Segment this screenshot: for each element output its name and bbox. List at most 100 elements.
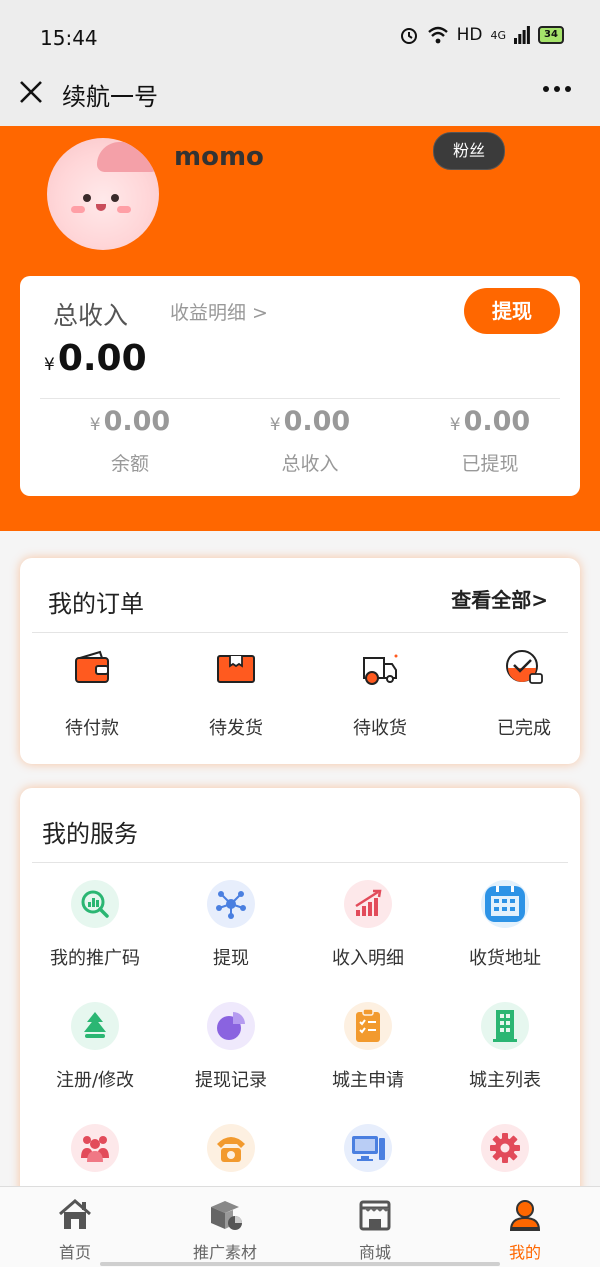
currency-symbol: ¥	[44, 355, 55, 375]
service-city-owner-apply[interactable]: 城主申请	[298, 1002, 438, 1092]
avatar[interactable]	[47, 138, 159, 250]
stat-withdrawn[interactable]: ¥0.00 已提现	[400, 406, 580, 476]
service-label: 提现	[213, 948, 249, 969]
service-city-owner-list[interactable]: 城主列表	[435, 1002, 575, 1092]
shop-icon	[359, 1200, 391, 1231]
telephone-icon	[217, 1137, 245, 1162]
tab-label: 商城	[358, 1243, 391, 1262]
order-pending-shipment[interactable]: 待发货	[166, 648, 306, 740]
divider	[40, 398, 560, 399]
completed-check-icon	[506, 650, 543, 684]
order-pending-payment[interactable]: 待付款	[22, 648, 162, 740]
profile-icon	[509, 1200, 541, 1231]
calendar-icon	[485, 886, 525, 922]
service-team[interactable]	[25, 1124, 165, 1188]
income-detail-link[interactable]: 收益明细 >	[170, 298, 268, 325]
tab-label: 首页	[58, 1243, 91, 1262]
divider	[32, 632, 568, 633]
order-label: 已完成	[497, 718, 551, 739]
stat-value: 0.00	[463, 406, 531, 437]
services-title: 我的服务	[42, 820, 138, 848]
home-icon	[59, 1199, 91, 1229]
service-label: 城主申请	[332, 1070, 404, 1091]
settings-gear-icon	[490, 1133, 520, 1163]
close-button[interactable]	[18, 76, 44, 106]
materials-icon	[211, 1201, 242, 1230]
tree-icon	[84, 1012, 106, 1038]
network-label: HD	[456, 25, 483, 45]
tab-home[interactable]: 首页	[0, 1197, 150, 1263]
battery-indicator: 34	[538, 26, 564, 44]
status-time: 15:44	[40, 26, 98, 50]
service-label: 我的推广码	[50, 948, 140, 969]
tab-shop[interactable]: 商城	[300, 1197, 450, 1263]
tab-promo-materials[interactable]: 推广素材	[150, 1197, 300, 1263]
profile-page: 15:44 HD 4G 34 续航一号 momo 粉丝 总收入 收益明细 > 提…	[0, 0, 600, 1267]
pie-chart-icon	[217, 1012, 245, 1040]
orders-card: 我的订单 查看全部> 待付款 待发货 待收货 已完成	[20, 558, 580, 764]
close-icon	[20, 81, 42, 103]
service-withdraw[interactable]: 提现	[161, 880, 301, 970]
stat-value: 0.00	[103, 406, 171, 437]
package-icon	[217, 655, 255, 683]
signal-label: 4G	[490, 28, 506, 42]
wallet-icon	[75, 650, 109, 683]
service-withdraw-records[interactable]: 提现记录	[161, 1002, 301, 1092]
alarm-icon	[400, 28, 417, 44]
stat-balance[interactable]: ¥0.00 余额	[40, 406, 220, 476]
service-label: 城主列表	[469, 1070, 541, 1091]
network-icon	[216, 891, 246, 919]
order-label: 待收货	[353, 718, 407, 739]
delivery-truck-icon	[363, 654, 398, 685]
order-completed[interactable]: 已完成	[454, 648, 594, 740]
stat-label: 总收入	[281, 453, 339, 475]
service-register-edit[interactable]: 注册/修改	[25, 1002, 165, 1092]
income-title: 总收入	[53, 301, 129, 330]
service-label: 收货地址	[469, 948, 541, 969]
more-button[interactable]	[540, 72, 574, 114]
building-icon	[493, 1010, 517, 1042]
clipboard-icon	[356, 1008, 380, 1042]
stat-label: 已提现	[461, 453, 519, 475]
promo-code-icon	[81, 890, 109, 918]
service-my-promo-code[interactable]: 我的推广码	[25, 880, 165, 970]
bottom-tab-bar: 首页 推广素材 商城 我的	[0, 1186, 600, 1267]
order-label: 待发货	[209, 718, 263, 739]
growth-chart-icon	[355, 889, 382, 916]
orders-title: 我的订单	[48, 590, 144, 618]
stat-total-income[interactable]: ¥0.00 总收入	[220, 406, 400, 476]
stat-value: 0.00	[283, 406, 351, 437]
signal-bars-icon	[514, 26, 530, 44]
service-settings[interactable]	[435, 1124, 575, 1188]
service-label: 注册/修改	[55, 1070, 135, 1091]
order-label: 待付款	[65, 718, 119, 739]
income-total-value: 0.00	[57, 338, 147, 379]
withdraw-button[interactable]: 提现	[464, 288, 560, 334]
username: momo	[174, 142, 264, 172]
order-pending-receipt[interactable]: 待收货	[310, 648, 450, 740]
computer-icon	[352, 1136, 385, 1161]
service-label: 提现记录	[195, 1070, 267, 1091]
view-all-orders-link[interactable]: 查看全部>	[451, 584, 548, 613]
service-label: 收入明细	[332, 948, 404, 969]
wifi-icon	[427, 26, 448, 44]
divider	[32, 862, 568, 863]
stat-label: 余额	[110, 453, 149, 475]
nav-bar: 续航一号	[0, 60, 600, 126]
tab-label: 推广素材	[192, 1243, 257, 1262]
home-indicator	[100, 1262, 500, 1266]
team-icon	[81, 1136, 109, 1162]
income-total: ¥0.00	[44, 338, 147, 379]
income-card: 总收入 收益明细 > 提现 ¥0.00 ¥0.00 余额 ¥0.00 总收入 ¥…	[20, 276, 580, 496]
page-title: 续航一号	[62, 83, 158, 111]
service-contact[interactable]	[161, 1124, 301, 1188]
tab-mine[interactable]: 我的	[450, 1197, 600, 1263]
service-computer[interactable]	[298, 1124, 438, 1188]
service-income-detail[interactable]: 收入明细	[298, 880, 438, 970]
service-shipping-address[interactable]: 收货地址	[435, 880, 575, 970]
services-card: 我的服务 我的推广码 提现 收入明细 收货地址 注册/修改 提现记录 城主申请 …	[20, 788, 580, 1208]
status-icons: HD 4G 34	[399, 25, 564, 45]
tab-label: 我的	[508, 1243, 541, 1262]
more-dots-icon	[543, 86, 571, 92]
fans-badge[interactable]: 粉丝	[433, 132, 505, 170]
